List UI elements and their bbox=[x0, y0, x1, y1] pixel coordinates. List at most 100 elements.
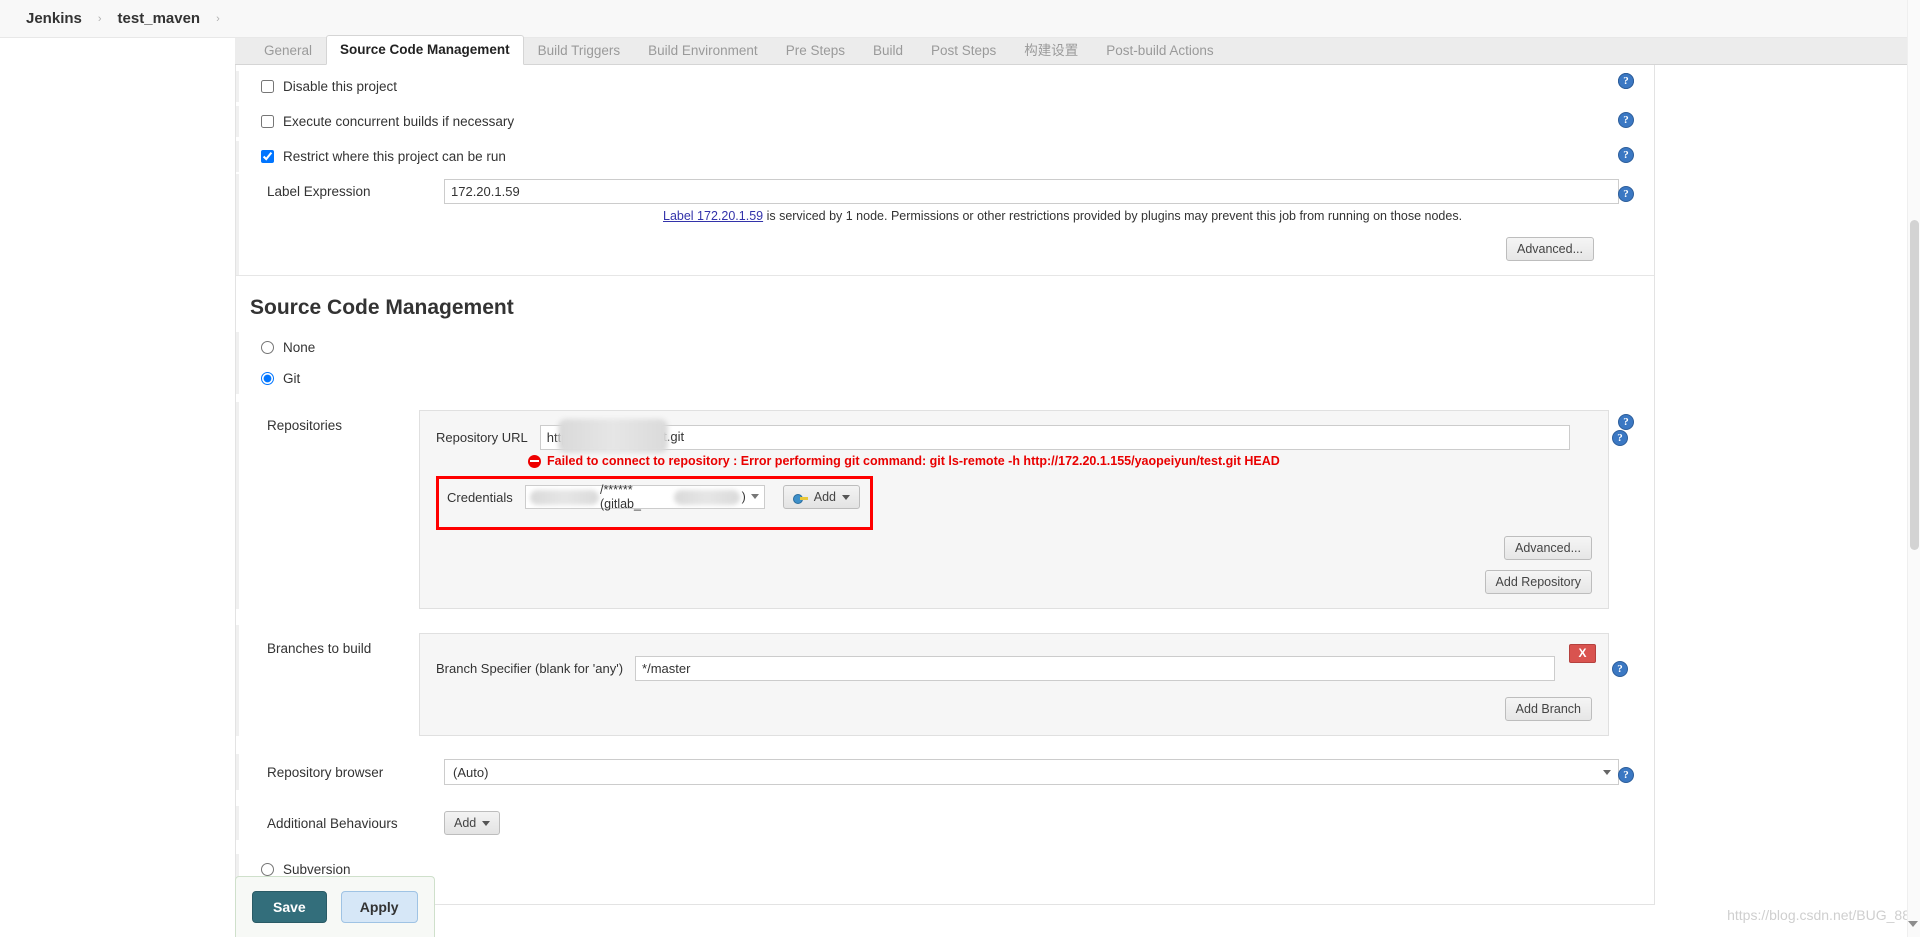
restrict-run-row: Restrict where this project can be run bbox=[236, 139, 1654, 174]
credentials-label: Credentials bbox=[447, 489, 513, 505]
add-behaviour-button[interactable]: Add bbox=[444, 811, 501, 835]
add-branch-wrap: Add Branch bbox=[436, 685, 1592, 721]
scm-option-none[interactable]: None bbox=[236, 332, 1654, 363]
credentials-value-end: ) bbox=[741, 490, 746, 504]
credentials-user-redaction bbox=[529, 489, 599, 505]
left-gutter bbox=[0, 38, 235, 937]
tab-build-triggers[interactable]: Build Triggers bbox=[524, 37, 635, 64]
label-node-link[interactable]: Label 172.20.1.59 bbox=[663, 209, 763, 223]
tab-build-settings[interactable]: 构建设置 bbox=[1010, 37, 1092, 64]
add-behaviour-label: Add bbox=[454, 816, 477, 830]
chevron-down-icon-add-credentials bbox=[842, 494, 851, 500]
tab-build[interactable]: Build bbox=[859, 37, 917, 64]
concurrent-builds-row: Execute concurrent builds if necessary bbox=[236, 104, 1654, 139]
add-credentials-label: Add bbox=[813, 490, 837, 504]
repository-url-input[interactable] bbox=[539, 425, 1570, 450]
advanced-button-general[interactable]: Advanced... bbox=[1505, 237, 1594, 261]
breadcrumb-item-jenkins[interactable]: Jenkins bbox=[24, 10, 84, 27]
repository-url-redaction bbox=[557, 419, 668, 453]
repository-url-label: Repository URL bbox=[436, 430, 528, 445]
credentials-select[interactable]: /****** (gitlab_ ) bbox=[524, 483, 765, 511]
branches-row: Branches to build X Branch Specifier (bl… bbox=[236, 625, 1654, 736]
repository-error-text: Failed to connect to repository : Error … bbox=[547, 454, 1280, 468]
scm-label-subversion[interactable]: Subversion bbox=[283, 862, 351, 877]
breadcrumb-separator-2: › bbox=[216, 12, 220, 25]
add-branch-button[interactable]: Add Branch bbox=[1504, 697, 1592, 721]
repositories-advanced-wrap: Advanced... bbox=[436, 530, 1592, 560]
add-credentials-button[interactable]: Add bbox=[782, 485, 861, 509]
repository-error-message: Failed to connect to repository : Error … bbox=[436, 454, 1592, 468]
branch-specifier-label: Branch Specifier (blank for 'any') bbox=[436, 661, 624, 676]
error-icon bbox=[528, 454, 541, 468]
scm-radio-git[interactable] bbox=[261, 372, 274, 385]
add-repository-button[interactable]: Add Repository bbox=[1484, 570, 1592, 594]
additional-behaviours-row: Additional Behaviours Add bbox=[236, 806, 1654, 840]
repository-browser-select[interactable]: (Auto) bbox=[444, 759, 1619, 785]
tab-source-code-management[interactable]: Source Code Management bbox=[326, 35, 524, 65]
config-tab-bar: General Source Code Management Build Tri… bbox=[235, 35, 1920, 65]
help-icon-repositories[interactable] bbox=[1618, 414, 1634, 430]
advanced-button-repositories[interactable]: Advanced... bbox=[1503, 536, 1592, 560]
concurrent-builds-label[interactable]: Execute concurrent builds if necessary bbox=[283, 114, 514, 129]
help-icon-subversion[interactable] bbox=[1618, 73, 1634, 89]
help-icon-restrict-run[interactable] bbox=[1618, 147, 1634, 163]
chevron-down-icon-scroll[interactable] bbox=[1908, 921, 1918, 927]
tab-post-build-actions[interactable]: Post-build Actions bbox=[1092, 37, 1227, 64]
tab-pre-steps[interactable]: Pre Steps bbox=[772, 37, 859, 64]
repository-url-row: Repository URL un/test.git bbox=[436, 419, 1628, 453]
scm-radio-subversion[interactable] bbox=[261, 863, 274, 876]
watermark-text: https://blog.csdn.net/BUG_88 bbox=[1727, 907, 1910, 923]
disable-project-checkbox[interactable] bbox=[261, 80, 274, 93]
help-icon-branch-specifier[interactable] bbox=[1612, 661, 1628, 677]
scm-radio-none[interactable] bbox=[261, 341, 274, 354]
help-icon-repository-url[interactable] bbox=[1612, 430, 1628, 446]
tab-general[interactable]: General bbox=[250, 37, 326, 64]
credentials-value-middle: /****** (gitlab_ bbox=[599, 483, 641, 511]
breadcrumb: Jenkins › test_maven › bbox=[0, 0, 1920, 38]
repository-browser-value: (Auto) bbox=[453, 764, 489, 780]
save-button[interactable]: Save bbox=[252, 891, 327, 923]
label-node-note-rest: is serviced by 1 node. Permissions or ot… bbox=[763, 209, 1463, 223]
repositories-panel: Repository URL un/test.git Failed to con… bbox=[419, 410, 1628, 609]
label-expression-block: Label Expression Label 172.20.1.59 is se… bbox=[236, 174, 1654, 275]
scm-label-git[interactable]: Git bbox=[283, 371, 300, 386]
label-expression-label: Label Expression bbox=[267, 184, 371, 199]
chevron-down-icon-add-behaviour bbox=[482, 820, 491, 826]
scm-option-git[interactable]: Git bbox=[236, 363, 1654, 394]
help-icon-repository-browser[interactable] bbox=[1618, 767, 1634, 783]
concurrent-builds-checkbox[interactable] bbox=[261, 115, 274, 128]
scrollbar-thumb[interactable] bbox=[1910, 220, 1919, 550]
page-title-scm: Source Code Management bbox=[250, 296, 514, 319]
restrict-run-label[interactable]: Restrict where this project can be run bbox=[283, 149, 506, 164]
chevron-down-icon-repository-browser[interactable] bbox=[1603, 770, 1611, 775]
configuration-form: Disable this project Execute concurrent … bbox=[235, 65, 1655, 905]
restrict-run-checkbox[interactable] bbox=[261, 150, 274, 163]
breadcrumb-item-project[interactable]: test_maven bbox=[116, 10, 203, 27]
add-repository-wrap: Add Repository bbox=[436, 560, 1592, 594]
tab-build-environment[interactable]: Build Environment bbox=[634, 37, 772, 64]
label-expression-note: Label 172.20.1.59 is serviced by 1 node.… bbox=[239, 209, 1654, 227]
help-icon-concurrent-builds[interactable] bbox=[1618, 112, 1634, 128]
repositories-label: Repositories bbox=[267, 418, 343, 433]
additional-behaviours-label: Additional Behaviours bbox=[267, 815, 398, 831]
key-icon bbox=[792, 492, 808, 504]
advanced-button-wrap: Advanced... bbox=[239, 227, 1654, 275]
repository-browser-label: Repository browser bbox=[267, 764, 384, 780]
apply-button[interactable]: Apply bbox=[340, 891, 418, 923]
scm-label-none[interactable]: None bbox=[283, 340, 315, 355]
chevron-down-icon-credentials[interactable] bbox=[750, 494, 759, 499]
branch-specifier-input[interactable] bbox=[635, 656, 1556, 681]
credentials-highlight-box: Credentials /****** (gitlab_ ) Add bbox=[436, 476, 874, 530]
tab-post-steps[interactable]: Post Steps bbox=[917, 37, 1010, 64]
label-expression-input[interactable] bbox=[444, 179, 1619, 204]
disable-project-label[interactable]: Disable this project bbox=[283, 79, 397, 94]
repositories-row: Repositories Repository URL un/test.git bbox=[236, 402, 1654, 609]
repository-browser-row: Repository browser (Auto) bbox=[236, 754, 1654, 790]
breadcrumb-separator: › bbox=[97, 12, 102, 25]
scm-option-subversion[interactable]: Subversion bbox=[236, 73, 1654, 885]
credentials-row: Credentials /****** (gitlab_ ) Add bbox=[447, 483, 861, 511]
form-action-bar: Save Apply bbox=[235, 876, 435, 937]
page-scrollbar[interactable] bbox=[1907, 0, 1920, 937]
help-icon-label-expression[interactable] bbox=[1618, 186, 1634, 202]
credentials-name-redaction bbox=[674, 489, 740, 505]
